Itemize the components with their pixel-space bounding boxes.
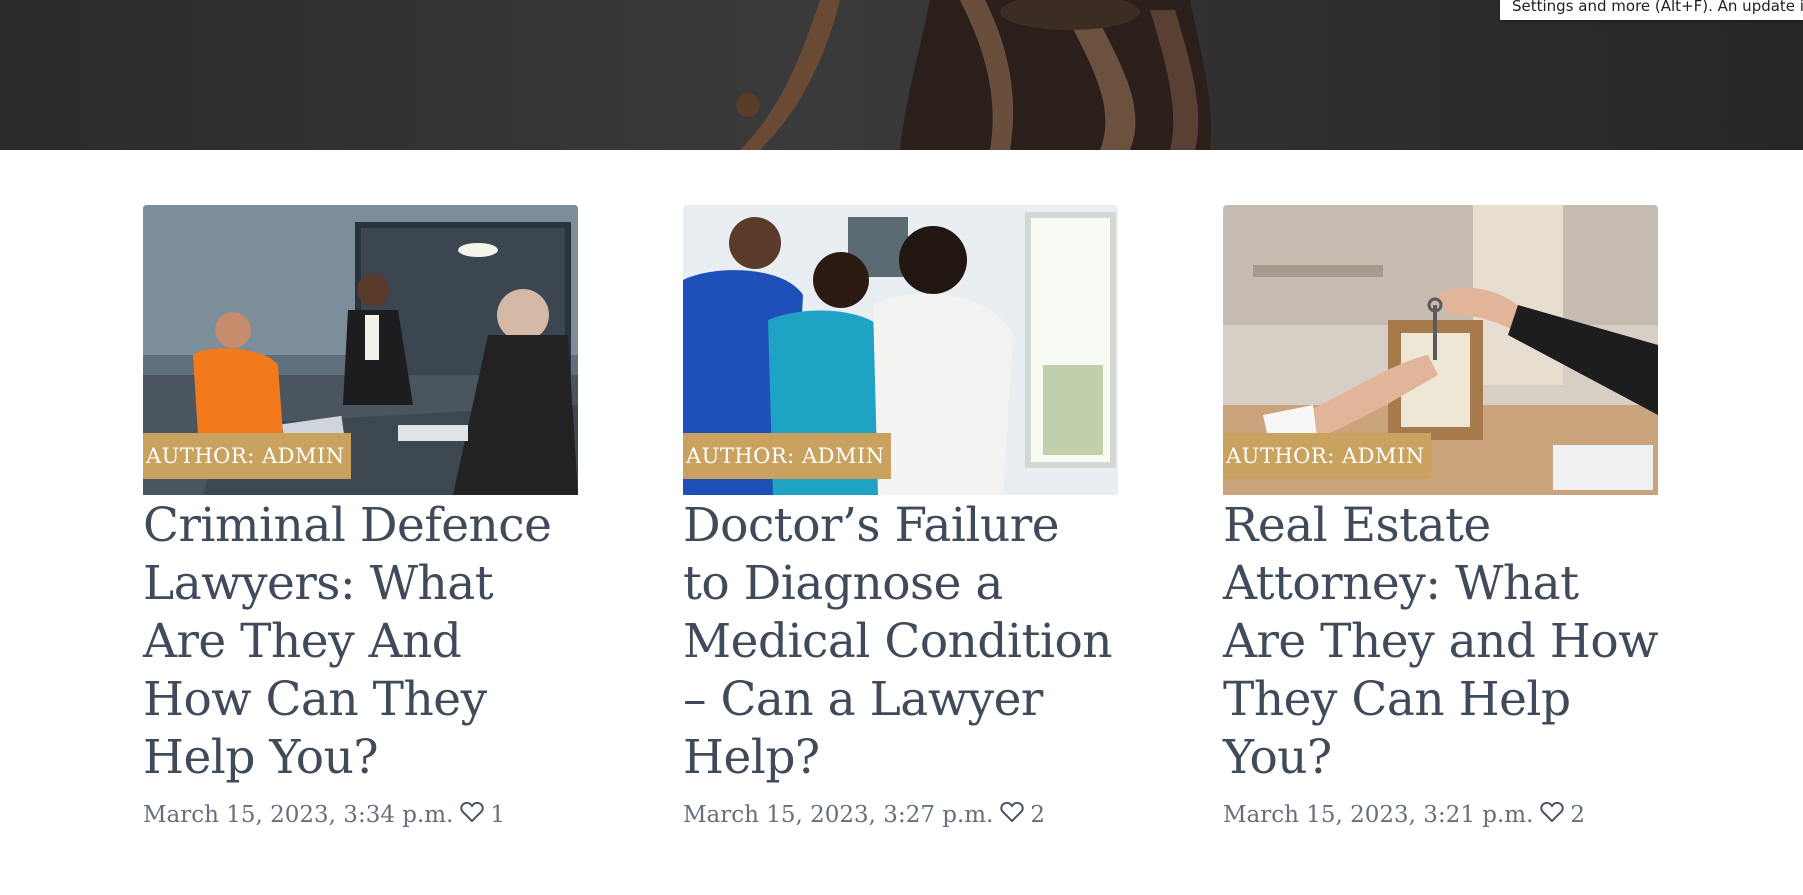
post-card[interactable]: AUTHOR: ADMIN Real Estate Attorney: What… bbox=[1223, 205, 1658, 829]
post-date: March 15, 2023, 3:27 p.m. bbox=[683, 802, 994, 828]
post-date: March 15, 2023, 3:34 p.m. bbox=[143, 802, 454, 828]
post-date: March 15, 2023, 3:21 p.m. bbox=[1223, 802, 1534, 828]
author-badge[interactable]: AUTHOR: ADMIN bbox=[683, 433, 891, 479]
author-badge[interactable]: AUTHOR: ADMIN bbox=[143, 433, 351, 479]
post-title[interactable]: Doctor’s Failure to Diagnose a Medical C… bbox=[683, 497, 1118, 787]
lady-justice-statue-image bbox=[736, 0, 1211, 150]
like-count: 2 bbox=[1570, 802, 1586, 828]
post-card[interactable]: AUTHOR: ADMIN Criminal Defence Lawyers: … bbox=[143, 205, 578, 829]
heart-icon[interactable] bbox=[1540, 801, 1565, 829]
post-image[interactable]: AUTHOR: ADMIN bbox=[143, 205, 578, 495]
author-badge[interactable]: AUTHOR: ADMIN bbox=[1223, 433, 1431, 479]
post-image[interactable]: AUTHOR: ADMIN bbox=[683, 205, 1118, 495]
like-count: 1 bbox=[490, 802, 506, 828]
hero-banner: Settings and more (Alt+F). An update is … bbox=[0, 0, 1803, 150]
heart-icon[interactable] bbox=[1000, 801, 1025, 829]
post-title[interactable]: Criminal Defence Lawyers: What Are They … bbox=[143, 497, 578, 787]
browser-tooltip: Settings and more (Alt+F). An update is … bbox=[1500, 0, 1803, 20]
post-meta: March 15, 2023, 3:21 p.m. 2 bbox=[1223, 801, 1658, 829]
post-image[interactable]: AUTHOR: ADMIN bbox=[1223, 205, 1658, 495]
post-meta: March 15, 2023, 3:34 p.m. 1 bbox=[143, 801, 578, 829]
post-title[interactable]: Real Estate Attorney: What Are They and … bbox=[1223, 497, 1658, 787]
heart-icon[interactable] bbox=[460, 801, 485, 829]
post-card[interactable]: AUTHOR: ADMIN Doctor’s Failure to Diagno… bbox=[683, 205, 1118, 829]
post-meta: March 15, 2023, 3:27 p.m. 2 bbox=[683, 801, 1118, 829]
like-count: 2 bbox=[1030, 802, 1046, 828]
